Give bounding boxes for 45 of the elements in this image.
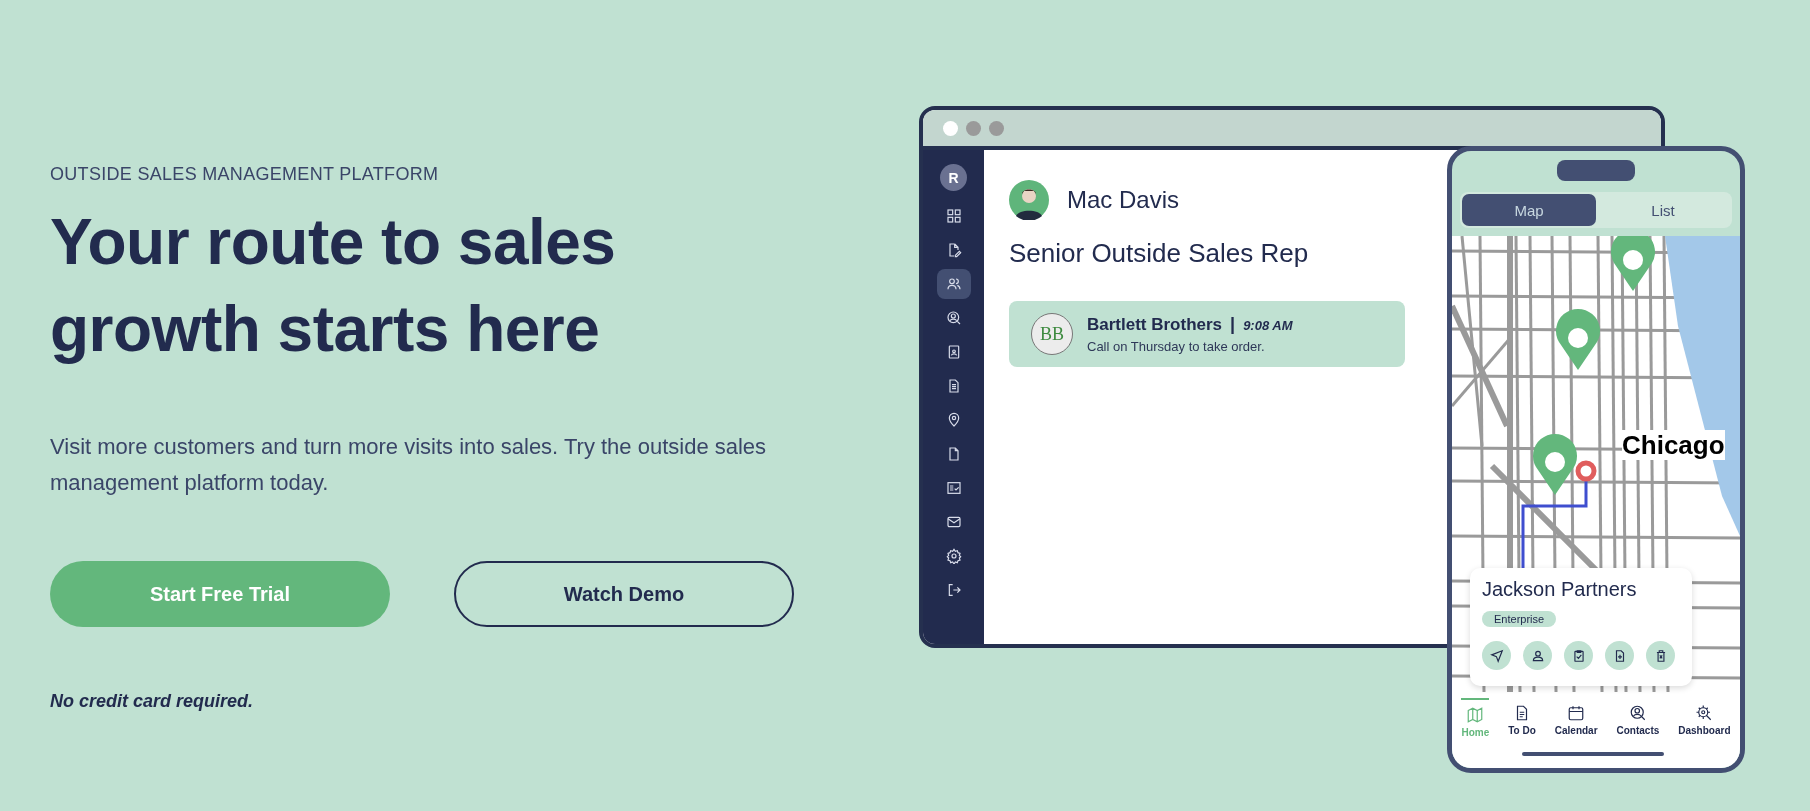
- gear-search-icon: [1695, 704, 1714, 722]
- people-icon: [945, 276, 962, 292]
- nav-tab[interactable]: Contacts: [1616, 698, 1660, 768]
- action-button[interactable]: [1646, 641, 1675, 670]
- place-name: Jackson Partners: [1482, 578, 1638, 601]
- place-tag: Enterprise: [1482, 611, 1557, 627]
- action-button[interactable]: [1605, 641, 1634, 670]
- activity-time: 9:08 AM: [1243, 318, 1293, 333]
- person-search-icon: [945, 310, 962, 326]
- clipboard-check-icon: [1571, 648, 1586, 663]
- action-button[interactable]: [1564, 641, 1593, 670]
- action-button[interactable]: [1523, 641, 1552, 670]
- company-logo: BB: [1031, 313, 1073, 355]
- nav-tab[interactable]: Calendar: [1554, 698, 1598, 768]
- contact-search-icon: [1628, 704, 1647, 722]
- mail-icon: [945, 514, 962, 530]
- navigation-arrow-icon: [1489, 648, 1504, 663]
- eyebrow-text: OUTSIDE SALES MANAGEMENT PLATFORM: [50, 164, 440, 185]
- profile-role: Senior Outside Sales Rep: [1009, 238, 1310, 269]
- person-icon: [1530, 648, 1545, 663]
- view-tab[interactable]: Map: [1462, 194, 1596, 226]
- profile-name: Mac Davis: [1067, 186, 1180, 214]
- note-text: No credit card required.: [50, 691, 255, 712]
- app-logo: R: [940, 164, 967, 191]
- activity-note: Call on Thursday to take order.: [1087, 339, 1266, 354]
- window-dot: [989, 120, 1004, 136]
- checklist-icon: [945, 480, 962, 496]
- nav-tab[interactable]: Dashboard: [1678, 698, 1731, 768]
- nav-tab[interactable]: To Do: [1508, 698, 1536, 768]
- view-tab[interactable]: List: [1596, 194, 1730, 226]
- separator-text: |: [1230, 314, 1236, 335]
- grid-icon: [945, 208, 962, 224]
- map-icon: [1466, 706, 1485, 724]
- city-label: Chicago: [1622, 430, 1725, 460]
- sidebar-button[interactable]: [936, 269, 971, 299]
- headline: Your route to sales growth starts here: [50, 205, 617, 367]
- calendar-icon: [1567, 704, 1586, 722]
- window-dot: [966, 120, 981, 136]
- window-dot: [943, 120, 958, 136]
- settings-icon: [945, 548, 962, 564]
- avatar: [1009, 180, 1049, 220]
- description-text: Visit more customers and turn more visits into sales. Try the outside sales management platform today.: [50, 433, 768, 497]
- company-name: Bartlett Brothers: [1087, 315, 1223, 335]
- watch-demo-button[interactable]: Watch Demo: [454, 561, 794, 627]
- action-button[interactable]: [1482, 641, 1511, 670]
